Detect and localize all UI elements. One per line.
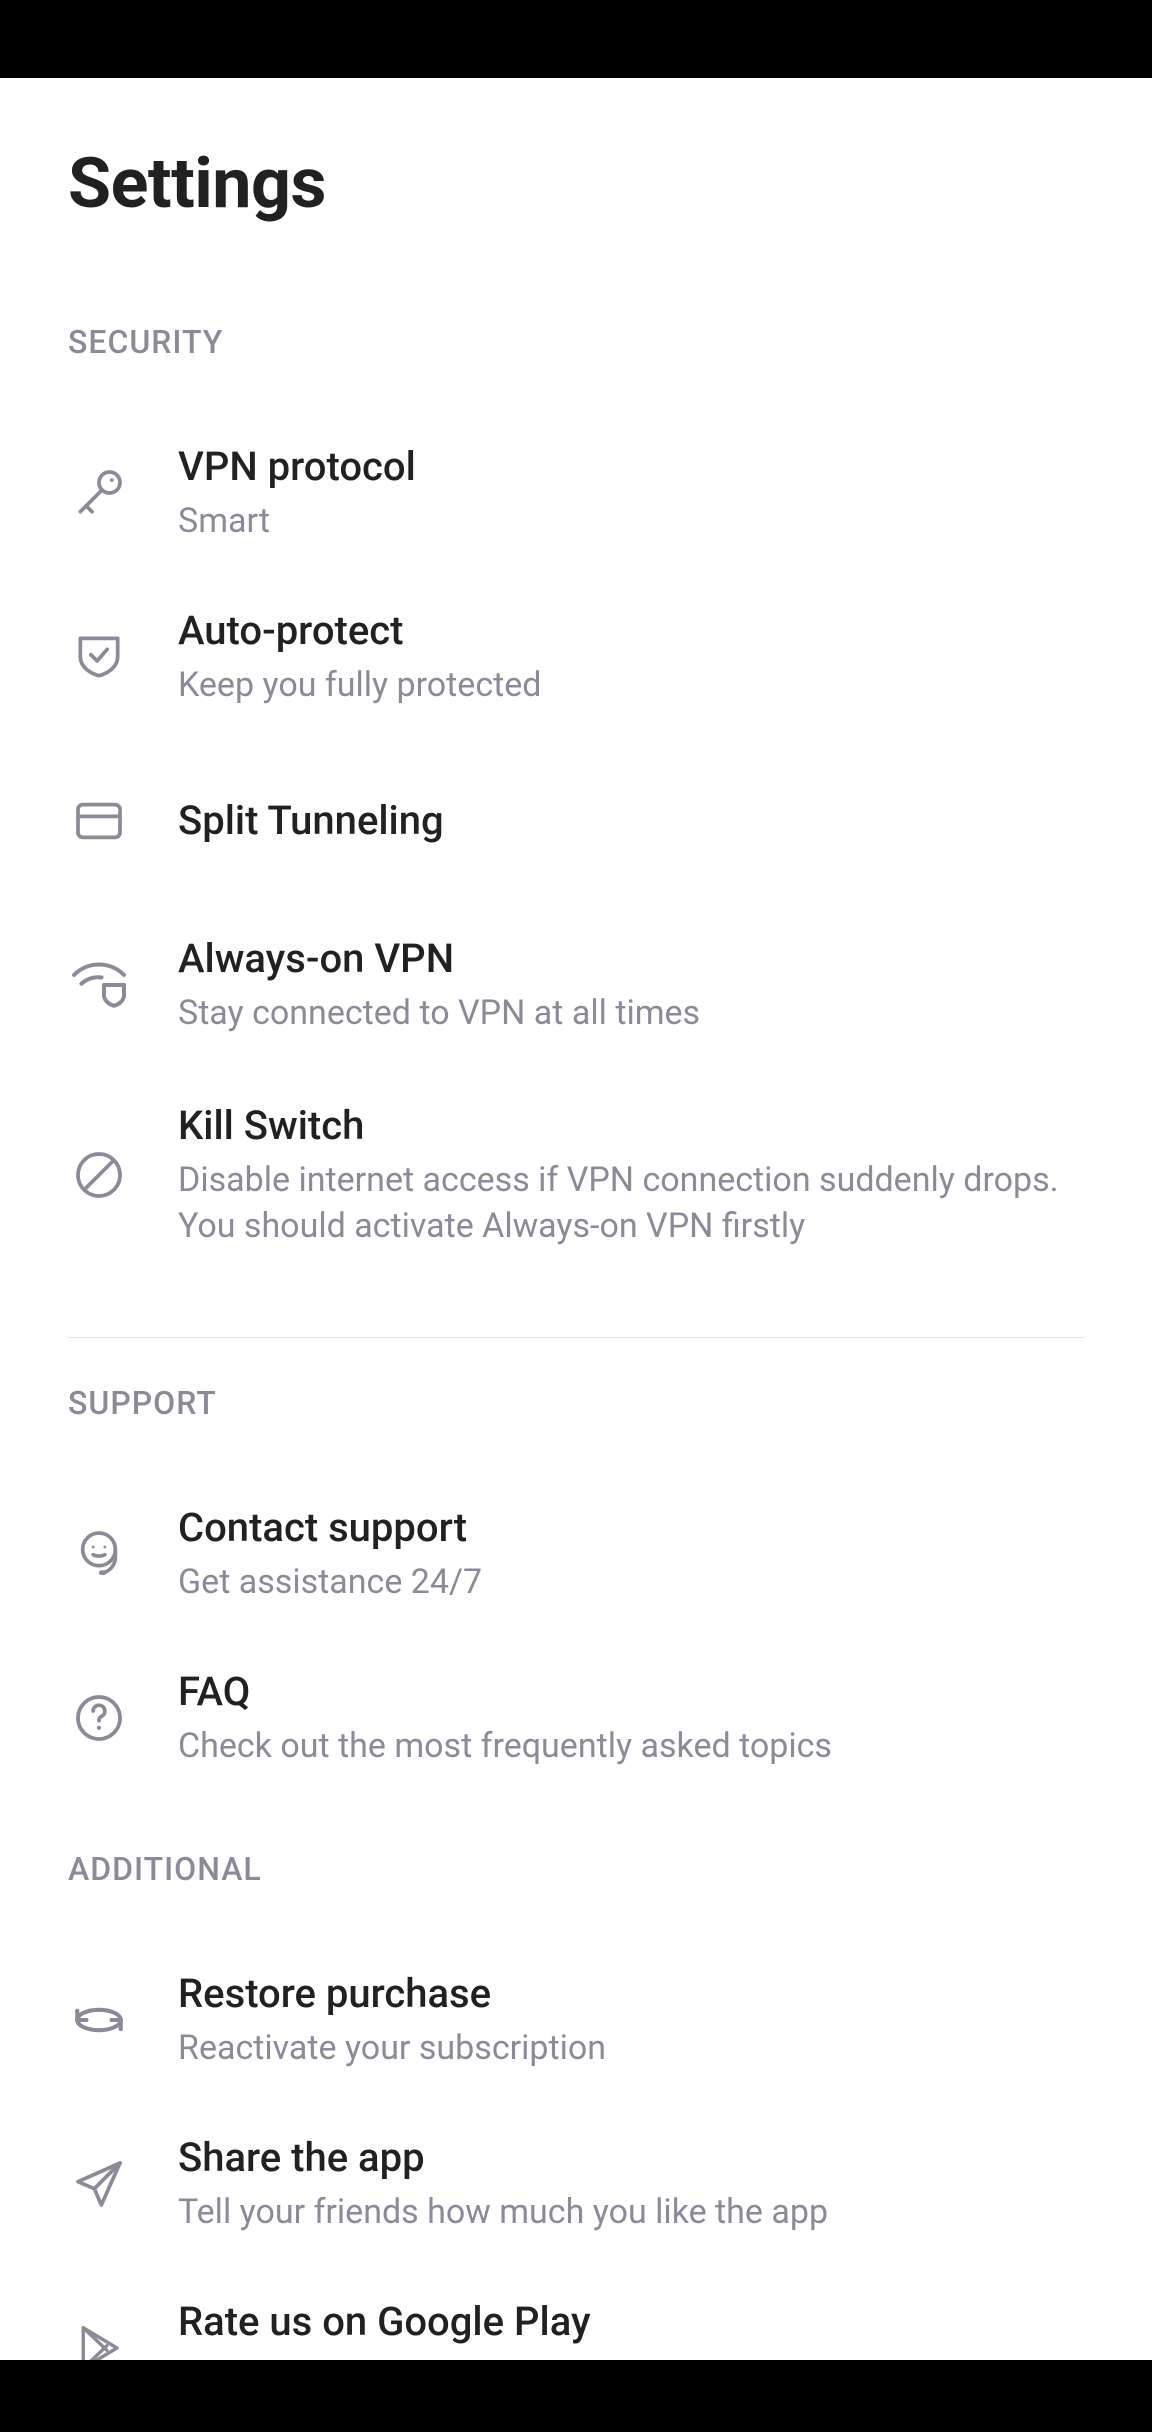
- item-subtitle: Check out the most frequently asked topi…: [178, 1724, 1084, 1770]
- item-text: Share the app Tell your friends how much…: [178, 2132, 1084, 2236]
- wifi-shield-icon: [68, 954, 130, 1016]
- item-title: Kill Switch: [178, 1100, 1084, 1152]
- item-title: Contact support: [178, 1502, 1084, 1554]
- key-icon: [68, 462, 130, 524]
- item-kill-switch[interactable]: Kill Switch Disable internet access if V…: [0, 1075, 1152, 1275]
- settings-content: Settings SECURITY VPN protocol Smart Aut…: [0, 78, 1152, 2432]
- navigation-bar: [0, 2360, 1152, 2432]
- item-subtitle: Tell your friends how much you like the …: [178, 2190, 1084, 2236]
- item-text: Restore purchase Reactivate your subscri…: [178, 1968, 1084, 2072]
- item-text: Contact support Get assistance 24/7: [178, 1502, 1084, 1606]
- item-text: Auto-protect Keep you fully protected: [178, 605, 1084, 709]
- status-bar: [0, 0, 1152, 78]
- item-text: FAQ Check out the most frequently asked …: [178, 1666, 1084, 1770]
- item-title: Auto-protect: [178, 605, 1084, 657]
- item-share-app[interactable]: Share the app Tell your friends how much…: [0, 2110, 1152, 2258]
- item-title: Always-on VPN: [178, 933, 1084, 985]
- item-auto-protect[interactable]: Auto-protect Keep you fully protected: [0, 583, 1152, 731]
- item-text: Split Tunneling: [178, 795, 1084, 847]
- item-subtitle: Disable internet access if VPN connectio…: [178, 1158, 1084, 1250]
- item-title: FAQ: [178, 1666, 1084, 1718]
- item-subtitle: Smart: [178, 499, 1084, 545]
- section-header-additional: ADDITIONAL: [0, 1850, 1152, 1888]
- help-circle-icon: [68, 1687, 130, 1749]
- section-header-support: SUPPORT: [0, 1384, 1152, 1422]
- item-text: VPN protocol Smart: [178, 441, 1084, 545]
- section-divider: [68, 1337, 1084, 1338]
- item-restore-purchase[interactable]: Restore purchase Reactivate your subscri…: [0, 1946, 1152, 2094]
- item-subtitle: Get assistance 24/7: [178, 1560, 1084, 1606]
- headset-icon: [68, 1523, 130, 1585]
- item-text: Kill Switch Disable internet access if V…: [178, 1100, 1084, 1250]
- block-icon: [68, 1144, 130, 1206]
- send-icon: [68, 2153, 130, 2215]
- page-title: Settings: [0, 146, 1152, 223]
- item-subtitle: Stay connected to VPN at all times: [178, 991, 1084, 1037]
- item-title: VPN protocol: [178, 441, 1084, 493]
- item-always-on-vpn[interactable]: Always-on VPN Stay connected to VPN at a…: [0, 911, 1152, 1059]
- item-title: Share the app: [178, 2132, 1084, 2184]
- card-icon: [68, 790, 130, 852]
- item-faq[interactable]: FAQ Check out the most frequently asked …: [0, 1644, 1152, 1792]
- item-text: Always-on VPN Stay connected to VPN at a…: [178, 933, 1084, 1037]
- shield-check-icon: [68, 626, 130, 688]
- item-contact-support[interactable]: Contact support Get assistance 24/7: [0, 1480, 1152, 1628]
- item-subtitle: Reactivate your subscription: [178, 2026, 1084, 2072]
- refresh-icon: [68, 1989, 130, 2051]
- item-title: Restore purchase: [178, 1968, 1084, 2020]
- section-header-security: SECURITY: [0, 323, 1152, 361]
- item-title: Rate us on Google Play: [178, 2296, 1084, 2348]
- item-split-tunneling[interactable]: Split Tunneling: [0, 747, 1152, 895]
- item-subtitle: Keep you fully protected: [178, 663, 1084, 709]
- item-vpn-protocol[interactable]: VPN protocol Smart: [0, 419, 1152, 567]
- item-title: Split Tunneling: [178, 795, 1084, 847]
